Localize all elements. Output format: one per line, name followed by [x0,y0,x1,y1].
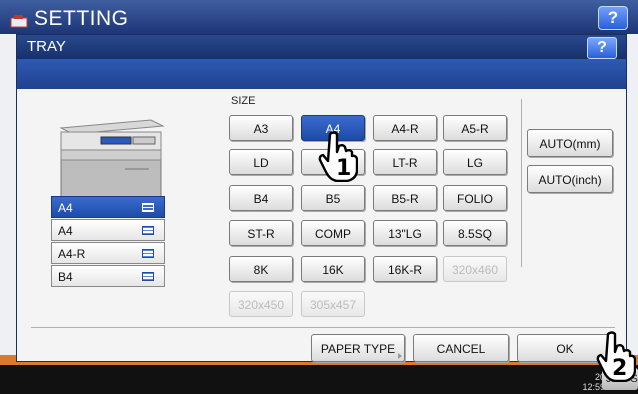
dialog-band [17,59,626,89]
size-320x460-button[interactable]: 320x460 [443,256,507,282]
tray-item[interactable]: A4 [51,196,165,218]
tray-item[interactable]: A4 [51,219,165,241]
tray-label: B4 [58,270,73,284]
size-16k-button[interactable]: 16K [301,256,365,282]
dialog-title: TRAY [27,38,66,55]
tray-label: A4-R [58,247,86,261]
dialog-titlebar: TRAY ? [17,35,626,59]
size-8k-button[interactable]: 8K [229,256,293,282]
tray-label: A4 [58,224,73,238]
auto-inch-button[interactable]: AUTO(inch) [527,165,613,193]
size-b5-button[interactable]: B5 [301,185,365,211]
size-305x457-button[interactable]: 305x457 [301,291,365,317]
size-ltr-button[interactable]: LT-R [373,149,437,175]
size-label: SIZE [231,95,256,107]
step-1-number: 1 [336,156,352,181]
submenu-arrow-icon [398,353,402,359]
app-footer [0,365,638,394]
tray-dialog: TRAY ? A4 A4 A4-R B4 SIZE A3 A4 A4-R A5-… [16,34,627,362]
horizontal-divider [31,327,615,328]
size-b5r-button[interactable]: B5-R [373,185,437,211]
size-16kr-button[interactable]: 16K-R [373,256,437,282]
paper-stack-icon [142,249,154,258]
setting-icon [10,15,28,28]
paper-stack-icon [142,272,154,281]
auto-mm-button[interactable]: AUTO(mm) [527,129,613,157]
tray-label: A4 [58,201,73,215]
size-320x450-button[interactable]: 320x450 [229,291,293,317]
dialog-help-button[interactable]: ? [587,37,617,59]
app-title: SETTING [34,7,129,30]
tray-item[interactable]: B4 [51,265,165,287]
app-help-button[interactable]: ? [598,6,628,30]
paper-type-label: PAPER TYPE [320,342,396,356]
size-lg-button[interactable]: LG [443,149,507,175]
tray-item[interactable]: A4-R [51,242,165,264]
size-a4r-button[interactable]: A4-R [373,115,437,141]
cancel-button[interactable]: CANCEL [413,334,509,362]
size-folio-button[interactable]: FOLIO [443,185,507,211]
vertical-divider [521,99,522,267]
size-str-button[interactable]: ST-R [229,220,293,246]
step-2-number: 2 [612,356,628,381]
size-85sq-button[interactable]: 8.5SQ [443,220,507,246]
paper-stack-icon [142,203,154,212]
size-13lg-button[interactable]: 13"LG [373,220,437,246]
size-a3-button[interactable]: A3 [229,115,293,141]
size-b4-button[interactable]: B4 [229,185,293,211]
size-a5r-button[interactable]: A5-R [443,115,507,141]
tray-list: A4 A4 A4-R B4 [51,196,165,288]
paper-stack-icon [142,226,154,235]
size-comp-button[interactable]: COMP [301,220,365,246]
size-ld-button[interactable]: LD [229,149,293,175]
paper-type-button[interactable]: PAPER TYPE [311,334,405,362]
